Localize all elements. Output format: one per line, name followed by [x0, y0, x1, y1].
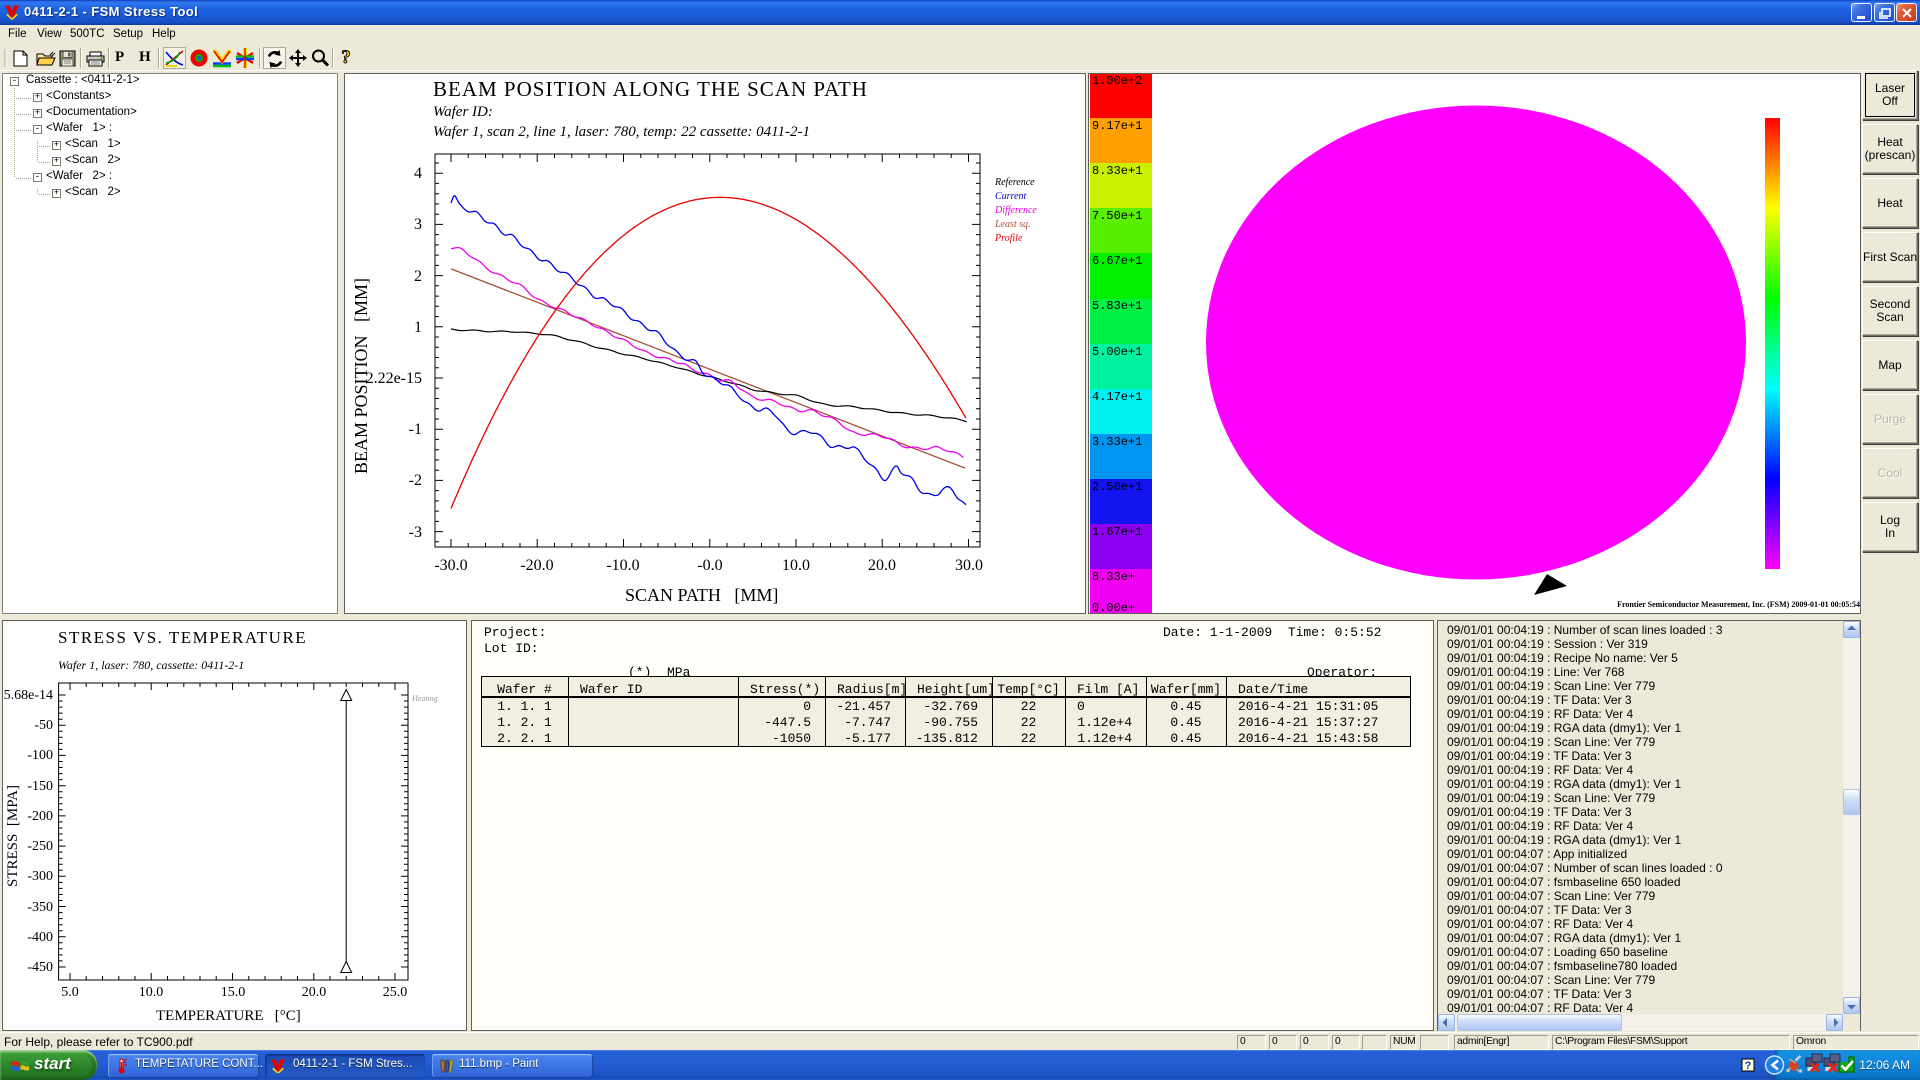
svg-text:5.0: 5.0	[61, 985, 79, 1000]
svg-text:-450: -450	[27, 960, 53, 975]
svg-text:0.00e+: 0.00e+	[1092, 601, 1135, 613]
svg-text:25.0: 25.0	[383, 985, 408, 1000]
svg-text:-30.0: -30.0	[434, 557, 467, 574]
svg-text:2.22e-15: 2.22e-15	[366, 370, 422, 387]
svg-text:Reference: Reference	[994, 177, 1035, 188]
svg-text:1.00e+2: 1.00e+2	[1092, 74, 1142, 88]
svg-text:8.33e+: 8.33e+	[1092, 570, 1135, 584]
svg-text:Wafer ID:: Wafer ID:	[433, 104, 493, 120]
svg-text:Profile: Profile	[994, 233, 1023, 244]
svg-text:Wafer 1, scan 2, line 1, laser: Wafer 1, scan 2, line 1, laser: 780, tem…	[433, 124, 810, 140]
svg-text:TEMPERATURE [°C]: TEMPERATURE [°C]	[156, 1008, 301, 1024]
svg-text:20.0: 20.0	[302, 985, 327, 1000]
svg-text:Frontier Semiconductor Measure: Frontier Semiconductor Measurement, Inc.…	[1617, 600, 1860, 609]
svg-text:9.17e+1: 9.17e+1	[1092, 119, 1142, 133]
svg-text:1: 1	[414, 319, 422, 336]
svg-text:5.68e-14: 5.68e-14	[4, 688, 53, 703]
svg-text:Heating: Heating	[411, 694, 438, 703]
svg-text:?: ?	[341, 47, 351, 68]
svg-text:-350: -350	[27, 900, 53, 915]
svg-text:5.83e+1: 5.83e+1	[1092, 299, 1142, 313]
svg-text:-150: -150	[27, 779, 53, 794]
svg-text:10.0: 10.0	[782, 557, 810, 574]
svg-text:3: 3	[414, 216, 422, 233]
svg-text:-300: -300	[27, 869, 53, 884]
svg-text:BEAM POSITION ALONG THE SCAN P: BEAM POSITION ALONG THE SCAN PATH	[433, 77, 868, 101]
svg-text:-20.0: -20.0	[520, 557, 553, 574]
svg-text:6.67e+1: 6.67e+1	[1092, 254, 1142, 268]
svg-text:Wafer 1, laser: 780, cassette:: Wafer 1, laser: 780, cassette: 0411-2-1	[58, 658, 244, 672]
svg-text:2: 2	[414, 268, 422, 285]
svg-text:15.0: 15.0	[221, 985, 246, 1000]
svg-text:-0.0: -0.0	[697, 557, 722, 574]
svg-text:4.17e+1: 4.17e+1	[1092, 390, 1142, 404]
svg-text:3.33e+1: 3.33e+1	[1092, 435, 1142, 449]
svg-text:?: ?	[1745, 1060, 1752, 1072]
svg-text:-10.0: -10.0	[606, 557, 639, 574]
svg-text:10.0: 10.0	[139, 985, 164, 1000]
svg-text:STRESS [MPA]: STRESS [MPA]	[5, 785, 21, 887]
svg-text:BEAM POSITION [MM]: BEAM POSITION [MM]	[351, 278, 371, 474]
svg-text:1.67e+1: 1.67e+1	[1092, 525, 1142, 539]
svg-text:Current: Current	[995, 191, 1027, 202]
svg-text:5.00e+1: 5.00e+1	[1092, 345, 1142, 359]
svg-text:SCAN PATH [MM]: SCAN PATH [MM]	[625, 585, 778, 605]
svg-text:-200: -200	[27, 809, 53, 824]
svg-text:4: 4	[414, 165, 422, 182]
svg-text:-400: -400	[27, 930, 53, 945]
svg-text:-100: -100	[27, 748, 53, 763]
svg-text:-2: -2	[409, 472, 422, 489]
svg-text:2.50e+1: 2.50e+1	[1092, 480, 1142, 494]
svg-text:Least sq.: Least sq.	[994, 219, 1031, 230]
svg-text:STRESS VS. TEMPERATURE: STRESS VS. TEMPERATURE	[58, 628, 307, 647]
svg-text:-250: -250	[27, 839, 53, 854]
svg-text:Difference: Difference	[994, 205, 1037, 216]
svg-text:7.50e+1: 7.50e+1	[1092, 209, 1142, 223]
svg-text:30.0: 30.0	[955, 557, 983, 574]
svg-text:20.0: 20.0	[868, 557, 896, 574]
svg-text:-1: -1	[409, 421, 422, 438]
svg-text:-50: -50	[34, 718, 53, 733]
svg-text:8.33e+1: 8.33e+1	[1092, 164, 1142, 178]
svg-text:-3: -3	[409, 524, 422, 541]
